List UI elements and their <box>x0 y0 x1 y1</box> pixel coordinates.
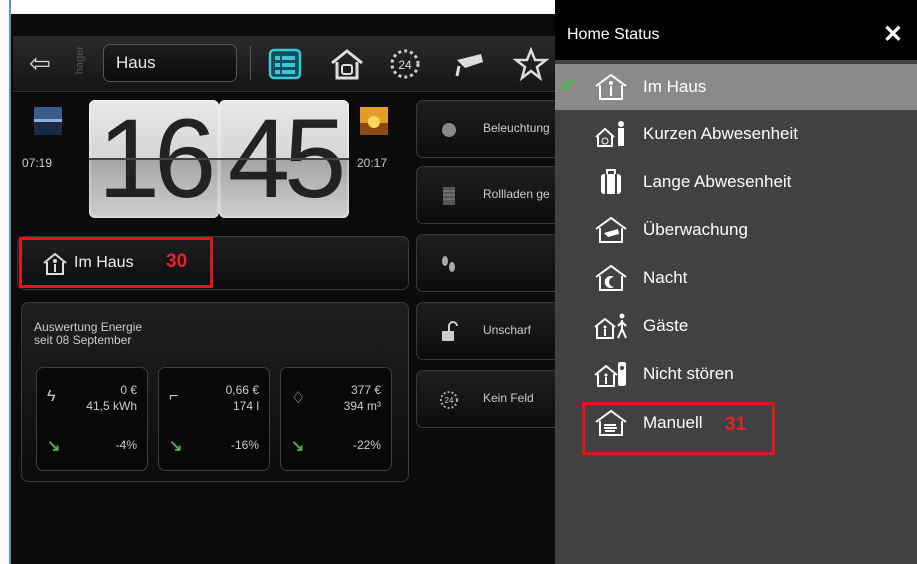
suitcase-icon <box>601 169 621 194</box>
toolbar: ⇦ hager Haus 24 <box>13 36 555 92</box>
clock-24-icon: 24 <box>440 391 458 409</box>
star-icon[interactable] <box>513 46 549 82</box>
shutter-tile[interactable]: Rollladen ge <box>416 166 555 224</box>
flip-divider <box>219 158 349 160</box>
back-arrow-icon[interactable]: ⇦ <box>23 48 57 78</box>
main-dashboard: ⇦ hager Haus 24 07:19 16 45 20:17 Im Hau… <box>13 14 555 564</box>
clock-24-icon[interactable]: 24 <box>387 46 423 82</box>
sunrise-time: 07:19 <box>22 156 53 170</box>
status-item-gaeste[interactable]: Gäste <box>555 303 917 349</box>
energy-title: Auswertung Energie seit 08 September <box>34 320 143 347</box>
left-window-edge <box>0 0 11 564</box>
status-item-lange-abwesenheit[interactable]: Lange Abwesenheit <box>555 159 917 205</box>
location-select[interactable]: Haus <box>103 44 237 82</box>
list-icon[interactable] <box>267 46 303 82</box>
top-window-edge <box>11 0 555 14</box>
timer-label: Kein Feld <box>483 391 534 405</box>
sunrise-icon <box>34 107 62 135</box>
highlight-box <box>582 402 775 455</box>
checkmark-icon: ✓ <box>559 72 578 97</box>
house-moon-icon <box>595 264 627 291</box>
energy-card-gas[interactable]: ♢ 377 €394 m³ ↘ -22% <box>280 367 392 471</box>
house-clock-person-icon <box>595 121 624 147</box>
water-tap-icon: ⌐ <box>169 388 179 405</box>
toolbar-divider <box>250 46 251 80</box>
svg-text:24: 24 <box>398 58 412 72</box>
energy-panel: Auswertung Energie seit 08 September ϟ 0… <box>21 302 409 482</box>
trend-down-icon: ↘ <box>47 438 61 455</box>
house-do-not-disturb-icon <box>594 362 626 387</box>
timer-tile[interactable]: 24 Kein Feld <box>416 370 555 428</box>
trend-down-icon: ↘ <box>291 438 305 455</box>
house-camera-icon <box>595 216 627 243</box>
status-item-nicht-stoeren[interactable]: Nicht stören <box>555 351 917 397</box>
close-icon[interactable]: ✕ <box>883 20 903 49</box>
lightning-icon: ϟ <box>47 388 56 405</box>
highlight-box <box>19 237 213 288</box>
app-window: ⇦ hager Haus 24 07:19 16 45 20:17 Im Hau… <box>0 0 917 564</box>
sunset-icon <box>360 107 388 135</box>
shutter-icon <box>443 187 455 205</box>
trend-down-icon: ↘ <box>169 438 183 455</box>
panel-header: Home Status ✕ <box>555 0 917 60</box>
house-guest-icon <box>594 313 627 339</box>
clock-minutes: 45 <box>219 100 349 218</box>
flip-divider <box>89 158 219 160</box>
home-status-panel: Home Status ✕ ✓ Im Haus Kurzen Abwesenhe… <box>555 0 917 564</box>
presence-tile[interactable] <box>416 234 555 292</box>
svg-text:24: 24 <box>445 396 454 405</box>
status-item-im-haus[interactable]: ✓ Im Haus <box>555 64 917 110</box>
unlock-icon <box>442 321 458 341</box>
house-person-icon <box>595 73 627 100</box>
energy-card-water[interactable]: ⌐ 0,66 €174 l ↘ -16% <box>158 367 270 471</box>
gas-flame-icon: ♢ <box>291 390 306 407</box>
status-item-nacht[interactable]: Nacht <box>555 255 917 301</box>
alarm-tile[interactable]: Unscharf <box>416 302 555 360</box>
camera-icon[interactable] <box>451 46 487 82</box>
energy-card-electricity[interactable]: ϟ 0 €41,5 kWh ↘ -4% <box>36 367 148 471</box>
clock-hours: 16 <box>89 100 219 218</box>
status-item-kurzen-abwesenheit[interactable]: Kurzen Abwesenheit <box>555 111 917 157</box>
brand-label: hager <box>74 46 86 75</box>
feet-icon <box>442 256 455 272</box>
panel-title: Home Status <box>567 26 660 43</box>
home-icon[interactable] <box>329 46 365 82</box>
status-item-ueberwachung[interactable]: Überwachung <box>555 207 917 253</box>
light-bulb-icon <box>442 123 456 137</box>
sunset-time: 20:17 <box>357 156 388 170</box>
lighting-tile[interactable]: Beleuchtung <box>416 100 555 158</box>
